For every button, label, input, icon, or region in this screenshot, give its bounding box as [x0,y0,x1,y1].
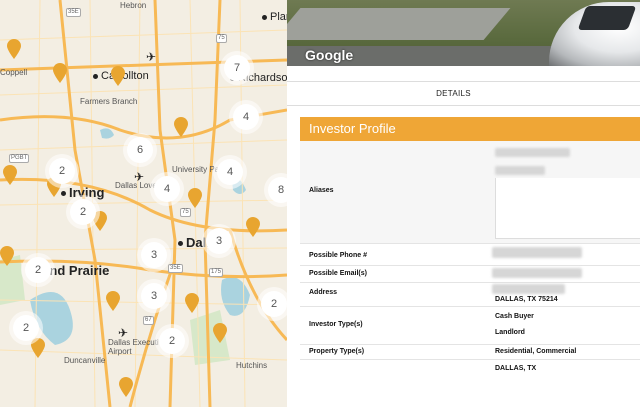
property-pin-icon[interactable] [3,165,17,185]
highway-shield: 75 [180,208,191,217]
row-investor-type: Investor Type(s) Cash Buyer Landlord [300,306,640,345]
place-label: Duncanville [64,356,106,365]
property-pin-icon[interactable] [213,323,227,343]
highway-shield: 35E [66,8,81,17]
property-pin-icon[interactable] [111,66,125,86]
airport-icon: ✈ [118,326,129,340]
row-property-type: Property Type(s) Residential, Commercial [300,344,640,360]
address-value: DALLAS, TX 75214 [495,296,558,303]
place-label: Farmers Branch [80,97,138,106]
marker-cluster[interactable]: 2 [49,158,75,184]
investor-type-value: Cash Buyer [495,313,534,320]
profile-title: Investor Profile [300,117,640,141]
row-aliases: Aliases [300,141,640,244]
marker-cluster[interactable]: 7 [224,55,250,81]
row-address: Address DALLAS, TX 75214 [300,282,640,307]
property-pin-icon[interactable] [0,246,14,266]
redacted-value [492,268,582,278]
property-pin-icon[interactable] [246,217,260,237]
investor-type-label: Investor Type(s) [309,321,363,328]
marker-cluster[interactable]: 2 [13,315,39,341]
details-panel: Google DETAILS Investor Profile Aliases … [287,0,640,407]
property-pin-icon[interactable] [174,117,188,137]
aliases-label: Aliases [309,187,334,194]
address-label: Address [309,289,338,296]
property-pin-icon[interactable] [106,291,120,311]
marker-cluster[interactable]: 8 [268,177,287,203]
property-type-label: Property Type(s) [309,348,365,355]
location-value: DALLAS, TX [495,365,537,372]
highway-shield: 75 [216,34,227,43]
tab-details[interactable]: DETAILS [436,89,471,98]
street-view-image[interactable]: Google [287,0,640,66]
tab-bar: DETAILS [287,81,640,106]
marker-cluster[interactable]: 3 [141,283,167,309]
email-label: Possible Email(s) [309,270,367,277]
marker-cluster[interactable]: 2 [261,291,287,317]
marker-cluster[interactable]: 4 [154,176,180,202]
marker-cluster[interactable]: 3 [141,242,167,268]
marker-cluster[interactable]: 3 [206,228,232,254]
marker-cluster[interactable]: 2 [159,328,185,354]
redacted-value [492,284,565,294]
map-view[interactable]: Hebron Plan Carrollton Richardson Farmer… [0,0,287,407]
property-pin-icon[interactable] [188,188,202,208]
marker-cluster[interactable]: 2 [25,257,51,283]
aliases-box [495,178,640,239]
phone-label: Possible Phone # [309,252,367,259]
place-label: Coppell [0,68,28,77]
investor-type-value: Landlord [495,329,525,336]
airport-icon: ✈ [146,50,157,64]
place-label: Hutchins [236,361,268,370]
redacted-value [495,166,545,175]
redacted-value [492,247,582,258]
property-pin-icon[interactable] [7,39,21,59]
highway-shield: 67 [143,316,154,325]
property-pin-icon[interactable] [185,293,199,313]
marker-cluster[interactable]: 4 [233,104,259,130]
property-pin-icon[interactable] [53,63,67,83]
property-pin-icon[interactable] [31,338,45,358]
place-label: Plan [262,11,287,23]
marker-cluster[interactable]: 6 [127,137,153,163]
highway-shield: 175 [209,268,224,277]
row-email: Possible Email(s) [300,265,640,283]
property-pin-icon[interactable] [119,377,133,397]
property-type-value: Residential, Commercial [495,348,577,355]
redacted-value [495,148,570,157]
marker-cluster[interactable]: 2 [70,199,96,225]
highway-shield: 35E [168,264,183,273]
investor-profile-card: Investor Profile Aliases Possible Phone … [300,117,640,407]
row-phone: Possible Phone # [300,243,640,266]
highway-shield: PGBT [9,154,30,163]
airport-icon: ✈ [134,170,145,184]
row-location: DALLAS, TX [300,359,640,383]
google-logo: Google [305,47,354,63]
place-label: Hebron [120,1,147,10]
place-label: Irving [61,185,104,200]
marker-cluster[interactable]: 4 [217,159,243,185]
